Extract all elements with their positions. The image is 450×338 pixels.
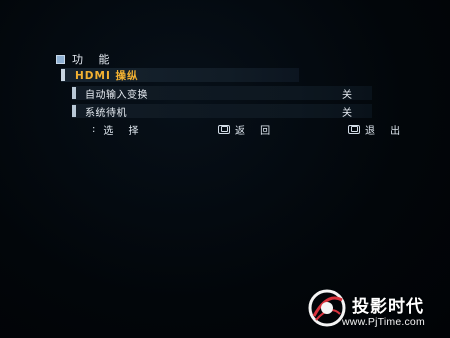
button-hints: : 选 择 返 回 退 出: [0, 122, 450, 137]
submenu-item-label: 系统待机: [85, 107, 127, 119]
submenu-item-value: 关: [342, 107, 352, 119]
hint-select: : 选 择: [92, 122, 145, 137]
return-button-icon: [218, 124, 230, 134]
watermark-url: www.PjTime.com: [342, 316, 425, 328]
menu-item-hdmi-control[interactable]: HDMI 操纵: [61, 68, 299, 82]
selection-marker: [61, 69, 65, 81]
hint-select-label: 选 择: [103, 125, 145, 137]
menu-square-icon: [56, 54, 65, 64]
submenu-marker: [72, 105, 76, 117]
up-down-arrows-icon: :: [92, 123, 96, 135]
submenu-item-auto-input-switch[interactable]: 自动输入变换 关: [72, 86, 372, 101]
submenu-item-value: 关: [342, 89, 352, 101]
menu-title: 功 能: [72, 53, 116, 66]
tv-osd-screen: 功 能 HDMI 操纵 自动输入变换 关 系统待机 关 : 选 择 返 回 退 …: [0, 0, 450, 338]
watermark-brand: 投影时代: [352, 297, 424, 317]
hint-exit-label: 退 出: [365, 125, 407, 137]
hint-exit: 退 出: [348, 122, 407, 137]
exit-button-icon: [348, 124, 360, 134]
hint-back: 返 回: [218, 122, 277, 137]
pjtime-watermark: 投影时代 www.PjTime.com: [302, 286, 450, 338]
menu-item-label: HDMI 操纵: [75, 69, 139, 82]
submenu-item-system-standby[interactable]: 系统待机 关: [72, 104, 372, 119]
submenu-item-label: 自动输入变换: [85, 89, 148, 101]
submenu-marker: [72, 87, 76, 99]
hint-back-label: 返 回: [235, 125, 277, 137]
menu-header: 功 能: [56, 52, 116, 66]
